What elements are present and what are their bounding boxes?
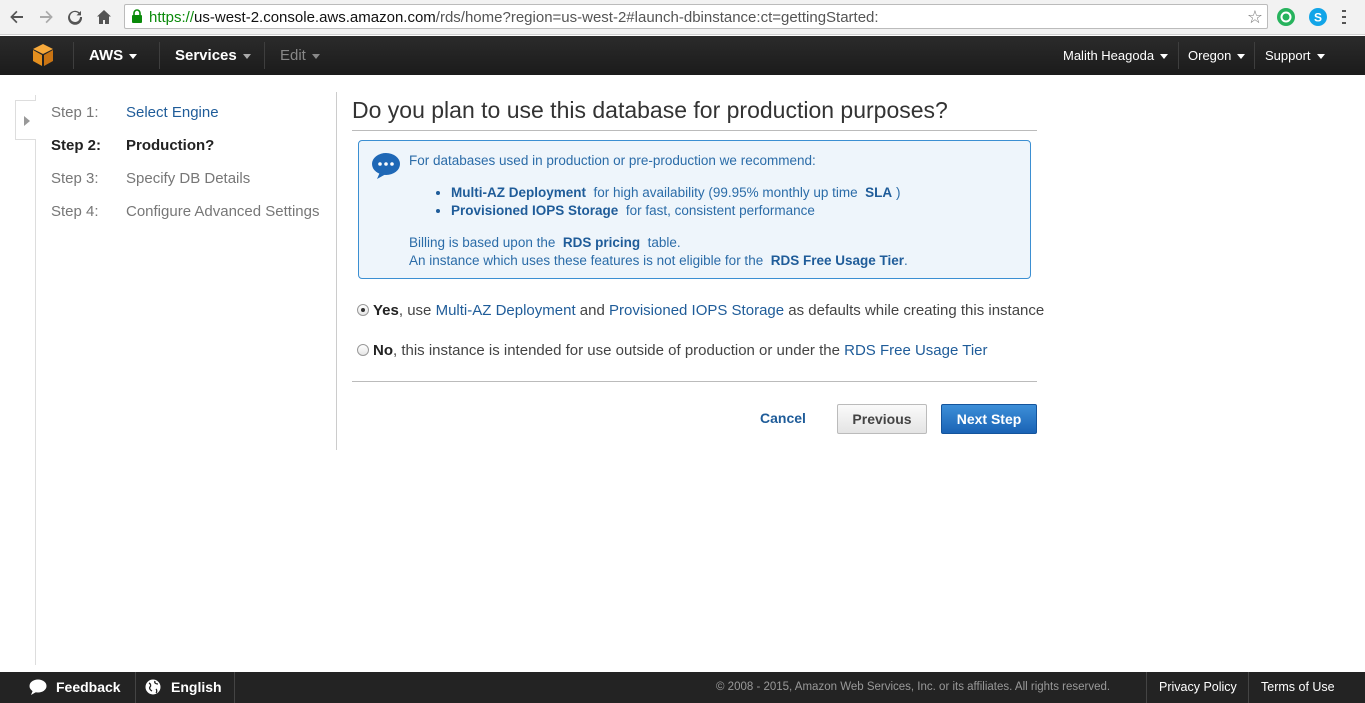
- language-selector[interactable]: English: [171, 679, 222, 695]
- home-icon[interactable]: [94, 7, 114, 27]
- step-label: Specify DB Details: [126, 170, 251, 187]
- aws-cube-icon[interactable]: [30, 42, 56, 68]
- free-usage-tier-link[interactable]: RDS Free Usage Tier: [771, 253, 904, 268]
- cancel-button[interactable]: Cancel: [760, 410, 806, 426]
- provisioned-iops-link[interactable]: Provisioned IOPS Storage: [451, 203, 618, 218]
- forward-arrow-icon[interactable]: [36, 7, 56, 27]
- reload-icon[interactable]: [65, 7, 85, 27]
- rds-free-usage-tier-link[interactable]: RDS Free Usage Tier: [844, 342, 987, 359]
- region-menu[interactable]: Oregon: [1188, 48, 1246, 63]
- back-arrow-icon[interactable]: [7, 7, 27, 27]
- no-radio[interactable]: [357, 344, 369, 356]
- sidebar-toggle[interactable]: [15, 100, 36, 140]
- multi-az-deployment-link[interactable]: Multi-AZ Deployment: [436, 302, 576, 319]
- services-menu[interactable]: Services: [175, 47, 251, 64]
- grammarly-extension-icon[interactable]: [1277, 8, 1295, 26]
- actions-divider: [352, 381, 1037, 382]
- no-option-label[interactable]: No, this instance is intended for use ou…: [373, 342, 988, 359]
- expand-arrow-icon: [24, 116, 30, 126]
- browser-menu-icon[interactable]: [1342, 10, 1346, 24]
- url-text: https://us-west-2.console.aws.amazon.com…: [149, 9, 879, 26]
- sidebar-divider: [35, 95, 36, 665]
- step-label: Configure Advanced Settings: [126, 203, 320, 220]
- steps-divider: [336, 92, 337, 450]
- next-step-button[interactable]: Next Step: [941, 404, 1037, 434]
- privacy-policy-link[interactable]: Privacy Policy: [1159, 680, 1237, 694]
- svg-text:S: S: [1314, 11, 1322, 25]
- page-title: Do you plan to use this database for pro…: [352, 97, 948, 123]
- previous-button[interactable]: Previous: [837, 404, 927, 434]
- yes-option-label[interactable]: Yes, use Multi-AZ Deployment and Provisi…: [373, 302, 1044, 319]
- recommendation-info-box: For databases used in production or pre-…: [358, 140, 1031, 279]
- globe-icon: [145, 679, 161, 700]
- info-bullet-multi-az: Multi-AZ Deployment for high availabilit…: [451, 185, 901, 200]
- provisioned-iops-storage-link[interactable]: Provisioned IOPS Storage: [609, 302, 784, 319]
- info-intro: For databases used in production or pre-…: [409, 153, 816, 168]
- copyright-text: © 2008 - 2015, Amazon Web Services, Inc.…: [716, 681, 1111, 693]
- chat-bubble-info-icon: [371, 152, 401, 185]
- browser-toolbar: https://us-west-2.console.aws.amazon.com…: [0, 0, 1365, 35]
- feedback-link[interactable]: Feedback: [56, 679, 121, 695]
- support-menu[interactable]: Support: [1265, 48, 1325, 63]
- lock-icon: [131, 9, 143, 29]
- yes-radio[interactable]: [357, 304, 369, 316]
- console-footer: Feedback English © 2008 - 2015, Amazon W…: [0, 672, 1365, 703]
- terms-of-use-link[interactable]: Terms of Use: [1261, 680, 1335, 694]
- skype-extension-icon[interactable]: S: [1309, 8, 1327, 26]
- bookmark-star-icon[interactable]: ☆: [1247, 7, 1263, 28]
- edit-menu[interactable]: Edit: [280, 47, 320, 64]
- multi-az-link[interactable]: Multi-AZ Deployment: [451, 185, 586, 200]
- rds-pricing-link[interactable]: RDS pricing: [563, 235, 640, 250]
- title-divider: [352, 130, 1037, 131]
- sla-link[interactable]: SLA: [865, 185, 892, 200]
- info-billing: Billing is based upon the RDS pricing ta…: [409, 235, 681, 250]
- user-menu[interactable]: Malith Heagoda: [1063, 48, 1169, 63]
- aws-menu[interactable]: AWS: [89, 47, 138, 64]
- step-label: Production?: [126, 137, 215, 154]
- info-bullet-piops: Provisioned IOPS Storage for fast, consi…: [451, 203, 815, 218]
- info-instance-note: An instance which uses these features is…: [409, 253, 908, 268]
- step-label[interactable]: Select Engine: [126, 104, 219, 121]
- aws-top-nav: AWS Services Edit Malith Heagoda Oregon …: [0, 36, 1365, 75]
- address-bar[interactable]: https://us-west-2.console.aws.amazon.com…: [124, 4, 1268, 29]
- feedback-bubble-icon: [29, 679, 47, 700]
